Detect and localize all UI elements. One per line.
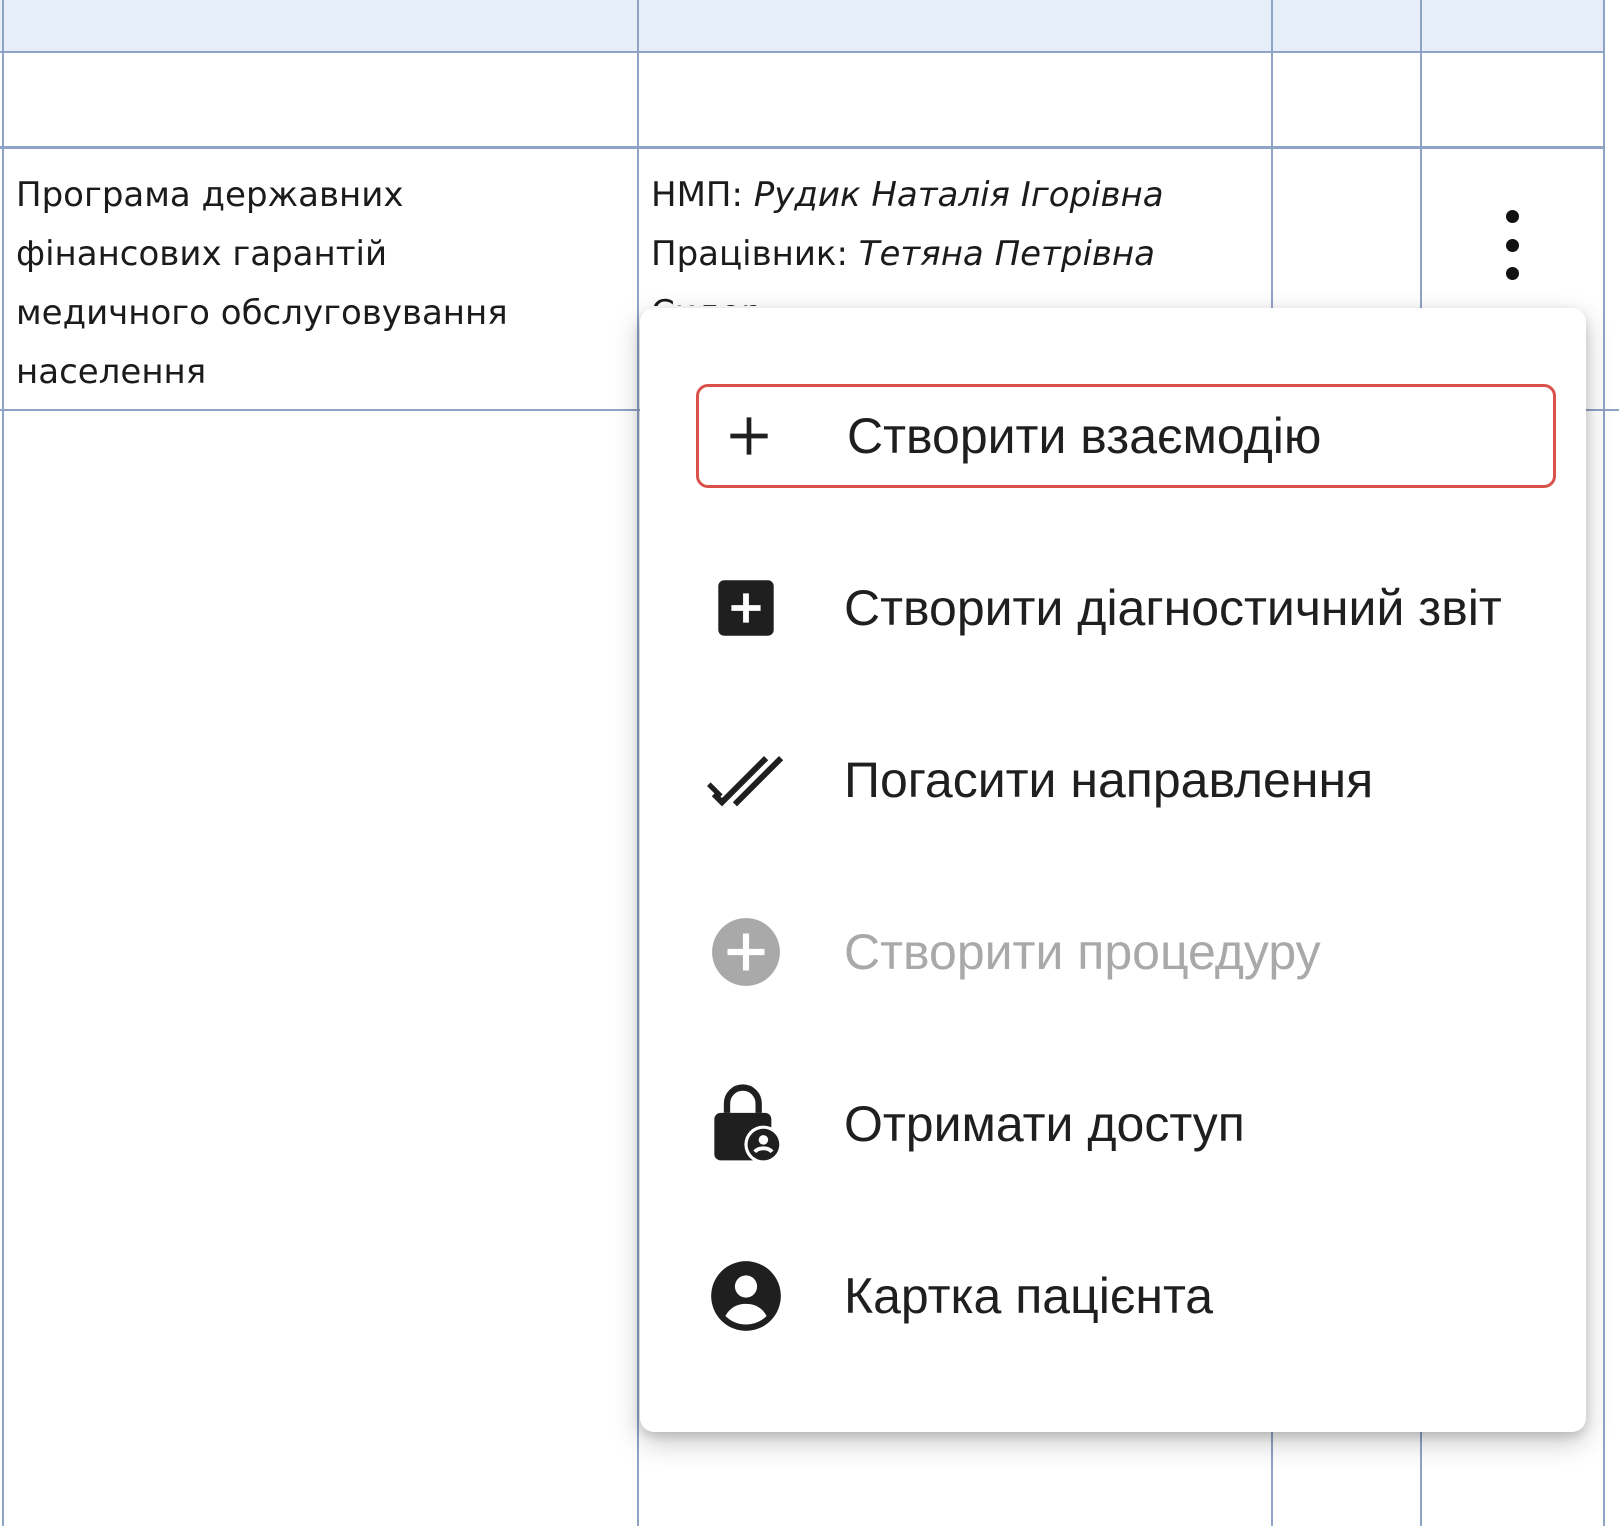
program-line: медичного обслуговування (16, 293, 508, 333)
worker-name-overflow: Сидор... (651, 284, 1271, 306)
program-line: фінансових гарантій (16, 234, 388, 274)
menu-item-patient-card[interactable]: Картка пацієнта (696, 1244, 1556, 1348)
kebab-dot (1505, 210, 1519, 223)
menu-item-label: Отримати доступ (844, 1096, 1245, 1152)
table-header-row (0, 0, 1605, 52)
menu-item-create-procedure[interactable]: Створити процедуру (696, 900, 1556, 1004)
grid-line (1603, 0, 1605, 1526)
worker-label: Працівник: (651, 234, 848, 274)
program-cell: Програма державних фінансових гарантій м… (16, 166, 616, 402)
nmp-label: НМП: (651, 175, 743, 215)
kebab-dot (1505, 267, 1519, 280)
account-circle-icon (696, 1246, 796, 1346)
grid-line (637, 0, 639, 1526)
menu-item-redeem-referral[interactable]: Погасити направлення (696, 728, 1556, 832)
menu-item-label: Створити взаємодію (847, 408, 1322, 464)
program-line: населення (16, 352, 207, 392)
lock-person-icon (696, 1074, 796, 1174)
grid-line (2, 0, 4, 1526)
people-cell: НМП: Рудик Наталія Ігорівна Працівник: Т… (651, 166, 1271, 306)
done-all-icon (696, 730, 796, 830)
menu-item-label: Створити процедуру (844, 924, 1321, 980)
program-line: Програма державних (16, 175, 404, 215)
add-circle-icon (696, 902, 796, 1002)
row-actions-kebab-icon[interactable] (1492, 210, 1532, 280)
menu-item-create-interaction[interactable]: Створити взаємодію (696, 384, 1556, 488)
worker-name: Тетяна Петрівна (858, 234, 1155, 274)
plus-icon (699, 386, 799, 486)
worker-line: Працівник: Тетяна Петрівна (651, 225, 1271, 284)
menu-item-get-access[interactable]: Отримати доступ (696, 1072, 1556, 1176)
grid-line (0, 51, 1605, 53)
menu-item-label: Картка пацієнта (844, 1268, 1214, 1324)
add-box-icon (696, 558, 796, 658)
menu-item-label: Погасити направлення (844, 752, 1374, 808)
menu-item-create-diagnostic-report[interactable]: Створити діагностичний звіт (696, 556, 1556, 660)
row-context-menu: Створити взаємодію Створити діагностични… (640, 308, 1586, 1432)
menu-item-label: Створити діагностичний звіт (844, 580, 1502, 636)
kebab-dot (1505, 238, 1519, 252)
nmp-line: НМП: Рудик Наталія Ігорівна (651, 166, 1271, 225)
grid-line (0, 146, 1605, 149)
nmp-name: Рудик Наталія Ігорівна (753, 175, 1164, 215)
